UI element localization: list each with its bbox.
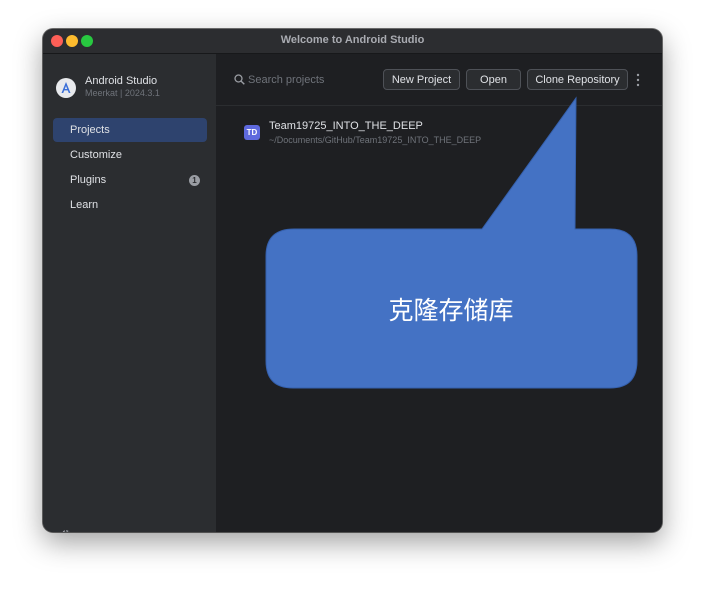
sidebar-item-label: Customize — [70, 149, 122, 161]
more-vertical-icon[interactable] — [634, 72, 642, 88]
search-icon — [234, 74, 245, 85]
app-version: Meerkat | 2024.3.1 — [85, 88, 160, 98]
sidebar-item-plugins[interactable]: Plugins 1 — [53, 168, 207, 192]
welcome-window: Welcome to Android Studio Android Studio… — [43, 29, 662, 532]
search-projects-input[interactable] — [248, 71, 378, 89]
sidebar: Android Studio Meerkat | 2024.3.1 Projec… — [43, 54, 216, 532]
sidebar-item-projects[interactable]: Projects — [53, 118, 207, 142]
gear-icon[interactable] — [59, 528, 73, 532]
title-bar[interactable]: Welcome to Android Studio — [43, 29, 662, 54]
android-studio-logo-icon — [56, 78, 76, 98]
sidebar-item-label: Projects — [70, 124, 110, 136]
sidebar-item-label: Learn — [70, 199, 99, 211]
project-name: Team19725_INTO_THE_DEEP — [269, 120, 423, 132]
new-project-button[interactable]: New Project — [383, 69, 460, 90]
plugins-update-badge: 1 — [189, 175, 200, 186]
toolbar-divider — [216, 105, 662, 106]
project-initials-icon: TD — [244, 125, 260, 140]
clone-repository-button[interactable]: Clone Repository — [527, 69, 628, 90]
sidebar-item-customize[interactable]: Customize — [53, 143, 207, 167]
callout-text: 克隆存储库 — [388, 296, 514, 325]
project-path: ~/Documents/GitHub/Team19725_INTO_THE_DE… — [269, 135, 482, 145]
open-button[interactable]: Open — [466, 69, 521, 90]
sidebar-item-label: Plugins — [70, 174, 107, 186]
recent-project-item[interactable]: TD Team19725_INTO_THE_DEEP ~/Documents/G… — [232, 117, 652, 151]
window-title: Welcome to Android Studio — [280, 34, 425, 46]
sidebar-item-learn[interactable]: Learn — [53, 193, 207, 217]
app-name: Android Studio — [85, 75, 158, 87]
